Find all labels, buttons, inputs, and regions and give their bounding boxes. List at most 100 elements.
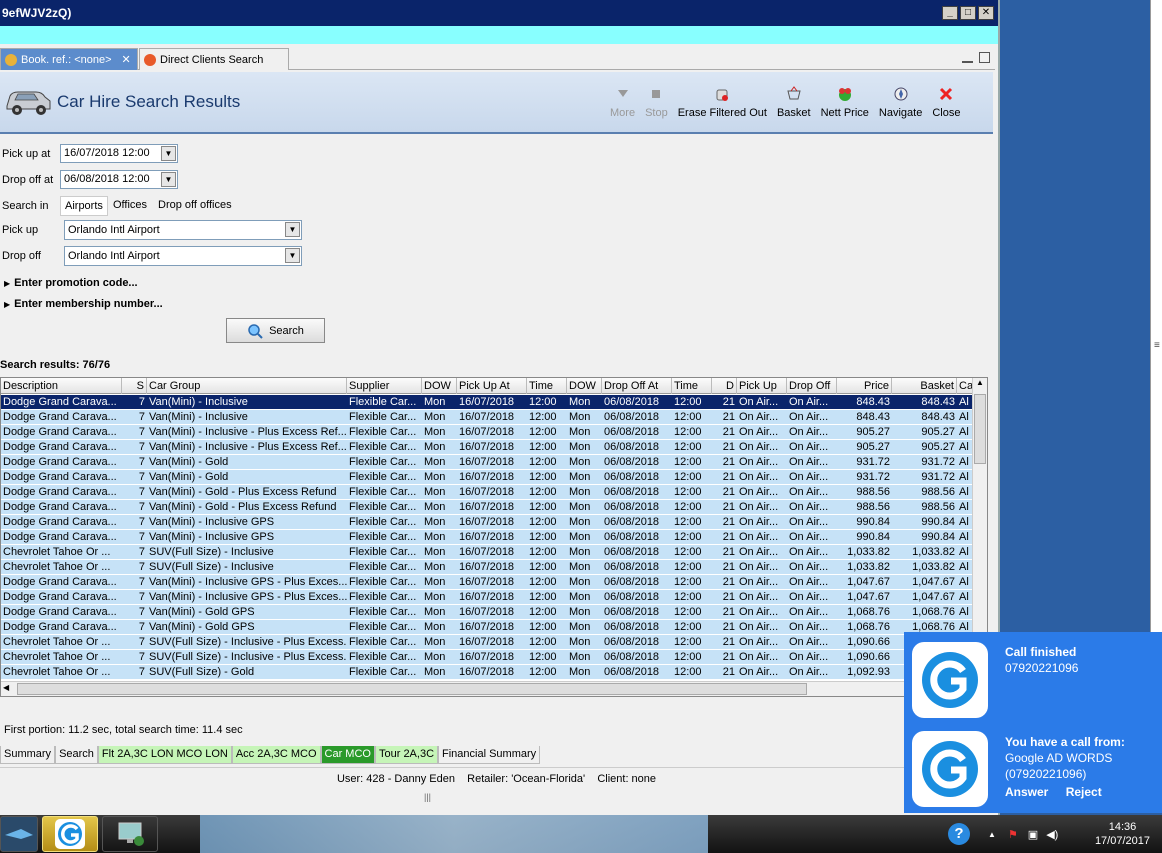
table-cell: Mon [424,651,446,663]
column-header[interactable]: Price [837,378,892,394]
reject-button[interactable]: Reject [1066,785,1102,799]
bottom-tab[interactable]: Search [55,746,98,764]
search-in-airports[interactable]: Airports [60,196,108,216]
tray-expand-icon[interactable]: ▲ [988,830,996,839]
column-header[interactable]: S [122,378,147,394]
horizontal-scroll-thumb[interactable] [17,683,807,695]
vertical-scroll-thumb[interactable] [974,394,986,464]
table-row[interactable]: Chevrolet Tahoe Or ... 7 SUV(Full Size) - … [1,560,973,575]
chevron-down-icon[interactable]: ▼ [285,222,300,237]
more-button[interactable]: More [610,86,635,119]
membership-number-expander[interactable]: ▶ Enter membership number... [4,298,163,310]
horizontal-scrollbar[interactable]: ◀ [1,681,973,696]
column-header[interactable]: Car Group [147,378,347,394]
search-in-offices[interactable]: Offices [109,196,151,214]
table-row[interactable]: Dodge Grand Carava... 7 Van(Mini) - Inclus… [1,440,973,455]
column-header[interactable]: Supplier [347,378,422,394]
erase-filtered-out-button[interactable]: Erase Filtered Out [678,86,767,119]
table-row[interactable]: Dodge Grand Carava... 7 Van(Mini) - Gold -… [1,500,973,515]
tab-label: Direct Clients Search [160,53,264,66]
table-row[interactable]: Dodge Grand Carava... 7 Van(Mini) - Gold G… [1,605,973,620]
table-row[interactable]: Dodge Grand Carava... 7 Van(Mini) - Inclus… [1,530,973,545]
taskbar-app-remote[interactable] [102,816,158,852]
dropoff-location-select[interactable]: Orlando Intl Airport ▼ [64,246,302,266]
tab-booking-ref[interactable]: Book. ref.: <none> ✕ [0,48,138,70]
table-row[interactable]: Chevrolet Tahoe Or ... 7 SUV(Full Size) - … [1,650,973,665]
table-row[interactable]: Dodge Grand Carava... 7 Van(Mini) - Gold Fl… [1,470,973,485]
tab-close-icon[interactable]: ✕ [122,53,131,66]
maximize-button[interactable]: □ [960,6,976,20]
column-header[interactable]: Pick Up [737,378,787,394]
mdi-minimize-button[interactable] [962,52,973,63]
scroll-up-icon[interactable]: ▲ [973,378,987,392]
window-titlebar[interactable]: 9efWJV2zQ) _ □ ✕ [0,0,998,26]
mdi-maximize-button[interactable] [979,52,990,63]
table-row[interactable]: Dodge Grand Carava... 7 Van(Mini) - Inclus… [1,590,973,605]
resize-grip-icon[interactable]: ||| [424,792,431,802]
bottom-tab[interactable]: Summary [0,746,56,764]
chevron-down-icon[interactable]: ▼ [161,146,176,161]
bottom-tab[interactable]: Flt 2A,3C LON MCO LON [97,746,232,764]
column-header[interactable]: D [712,378,737,394]
basket-button[interactable]: Basket [777,86,811,119]
close-window-button[interactable]: ✕ [978,6,994,20]
column-header[interactable]: Ca [957,378,973,394]
column-header[interactable]: Time [527,378,567,394]
dropoff-datetime-field[interactable]: 06/08/2018 12:00 ▼ [60,170,178,189]
pickup-datetime-field[interactable]: 16/07/2018 12:00 ▼ [60,144,178,163]
table-row[interactable]: Dodge Grand Carava... 7 Van(Mini) - Inclus… [1,425,973,440]
taskbar-app-active[interactable] [42,816,98,852]
column-header[interactable]: DOW [567,378,602,394]
table-row[interactable]: Chevrolet Tahoe Or ... 7 SUV(Full Size) - … [1,665,973,680]
chevron-down-icon[interactable]: ▼ [161,172,176,187]
column-header[interactable]: DOW [422,378,457,394]
table-cell: Flexible Car... [349,396,417,408]
table-row[interactable]: Dodge Grand Carava... 7 Van(Mini) - Gold -… [1,485,973,500]
flag-alert-icon[interactable]: ⚑ [1008,828,1018,841]
answer-button[interactable]: Answer [1005,785,1048,799]
table-cell: Mon [569,576,591,588]
help-icon[interactable]: ? [948,823,970,845]
column-header[interactable]: Time [672,378,712,394]
start-button[interactable] [0,816,38,852]
network-icon[interactable]: ▣ [1028,828,1038,841]
table-row[interactable]: Chevrolet Tahoe Or ... 7 SUV(Full Size) - … [1,635,973,650]
column-header[interactable]: Description [1,378,122,394]
volume-icon[interactable]: ◀) [1046,828,1058,841]
bottom-tab[interactable]: Car MCO [320,746,375,764]
column-header[interactable]: Pick Up At [457,378,527,394]
close-results-button[interactable]: Close [932,86,960,119]
navigate-button[interactable]: Navigate [879,86,922,119]
pickup-location-select[interactable]: Orlando Intl Airport ▼ [64,220,302,240]
table-row[interactable]: Chevrolet Tahoe Or ... 7 SUV(Full Size) - … [1,545,973,560]
table-cell: Mon [569,456,591,468]
table-row[interactable]: Dodge Grand Carava... 7 Van(Mini) - Gold G… [1,620,973,635]
stop-button[interactable]: Stop [645,86,668,119]
chevron-down-icon[interactable]: ▼ [285,248,300,263]
minimize-button[interactable]: _ [942,6,958,20]
table-cell: 12:00 [674,456,702,468]
scroll-left-icon[interactable]: ◀ [3,683,9,692]
splitter-grip-icon[interactable]: ≡ [1154,340,1160,351]
bottom-tab[interactable]: Acc 2A,3C MCO [231,746,321,764]
table-row[interactable]: Dodge Grand Carava... 7 Van(Mini) - Gold Fl… [1,455,973,470]
search-in-dropoff-offices[interactable]: Drop off offices [154,196,236,214]
table-row[interactable]: Dodge Grand Carava... 7 Van(Mini) - Inclus… [1,410,973,425]
column-header[interactable]: Basket [892,378,957,394]
table-row[interactable]: Dodge Grand Carava... 7 Van(Mini) - Inclus… [1,395,973,410]
bottom-tab[interactable]: Tour 2A,3C [374,746,439,764]
table-row[interactable]: Dodge Grand Carava... 7 Van(Mini) - Inclus… [1,575,973,590]
clock[interactable]: 14:36 17/07/2017 [1095,820,1150,848]
bottom-tab[interactable]: Financial Summary [438,746,541,764]
tab-direct-clients-search[interactable]: Direct Clients Search [139,48,289,70]
table-cell: 7 [138,531,145,543]
table-cell: 12:00 [674,426,702,438]
nett-price-button[interactable]: Nett Price [821,86,869,119]
table-row[interactable]: Dodge Grand Carava... 7 Van(Mini) - Inclus… [1,515,973,530]
table-cell: Van(Mini) - Inclusive - Plus Excess Ref.… [149,426,347,438]
column-header[interactable]: Drop Off [787,378,837,394]
promotion-code-expander[interactable]: ▶ Enter promotion code... [4,277,138,289]
search-button[interactable]: Search [226,318,325,343]
column-header[interactable]: Drop Off At [602,378,672,394]
table-cell: 12:00 [529,606,557,618]
